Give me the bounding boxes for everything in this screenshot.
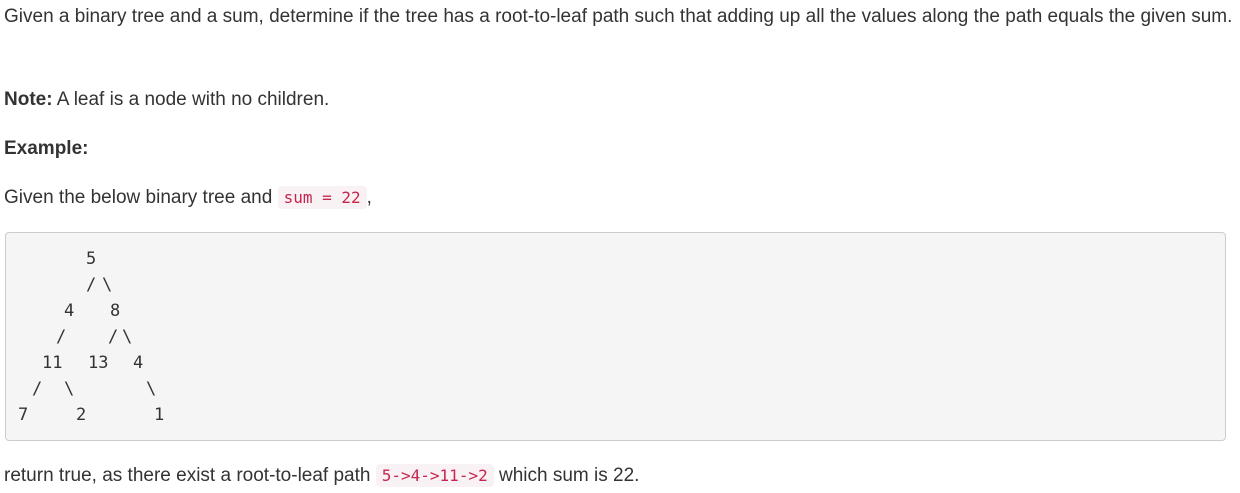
tree-node: 8 [110,301,121,321]
given-prefix: Given the below binary tree and [4,187,278,208]
tree-node: 13 [88,353,109,373]
tree-node: 2 [76,405,87,425]
note-text: A leaf is a node with no children. [52,89,330,110]
example-heading: Example: [4,138,89,159]
tree-edge: \ [122,327,133,347]
note-paragraph: Note: A leaf is a node with no children. [4,83,329,117]
given-suffix: , [366,187,372,208]
tree-edge: \ [64,379,75,399]
result-paragraph: return true, as there exist a root-to-le… [4,459,639,493]
tree-code-block: 5 / \ 4 8 / / \ 11 13 4 / \ \ 7 2 1 [5,232,1226,441]
tree-edge: / [56,327,67,347]
tree-node: 11 [42,353,63,373]
sum-code: sum = 22 [277,186,367,209]
given-paragraph: Given the below binary tree and sum = 22… [4,181,372,215]
tree-edge: \ [146,379,157,399]
binary-tree-diagram: 5 / \ 4 8 / / \ 11 13 4 / \ \ 7 2 1 [6,233,1225,440]
tree-node: 1 [154,405,165,425]
tree-node: 7 [18,405,29,425]
tree-edge: / [32,379,43,399]
note-label: Note: [4,89,53,110]
tree-node: 4 [64,301,75,321]
tree-edge: / [86,275,97,295]
result-suffix: which sum is 22. [493,465,640,486]
tree-node-root: 5 [86,249,97,269]
path-code: 5->4->11->2 [375,464,494,487]
problem-description: Given a binary tree and a sum, determine… [4,6,1233,27]
tree-edge: / [108,327,119,347]
result-prefix: return true, as there exist a root-to-le… [4,465,376,486]
tree-edge: \ [102,275,113,295]
tree-node: 4 [133,353,144,373]
